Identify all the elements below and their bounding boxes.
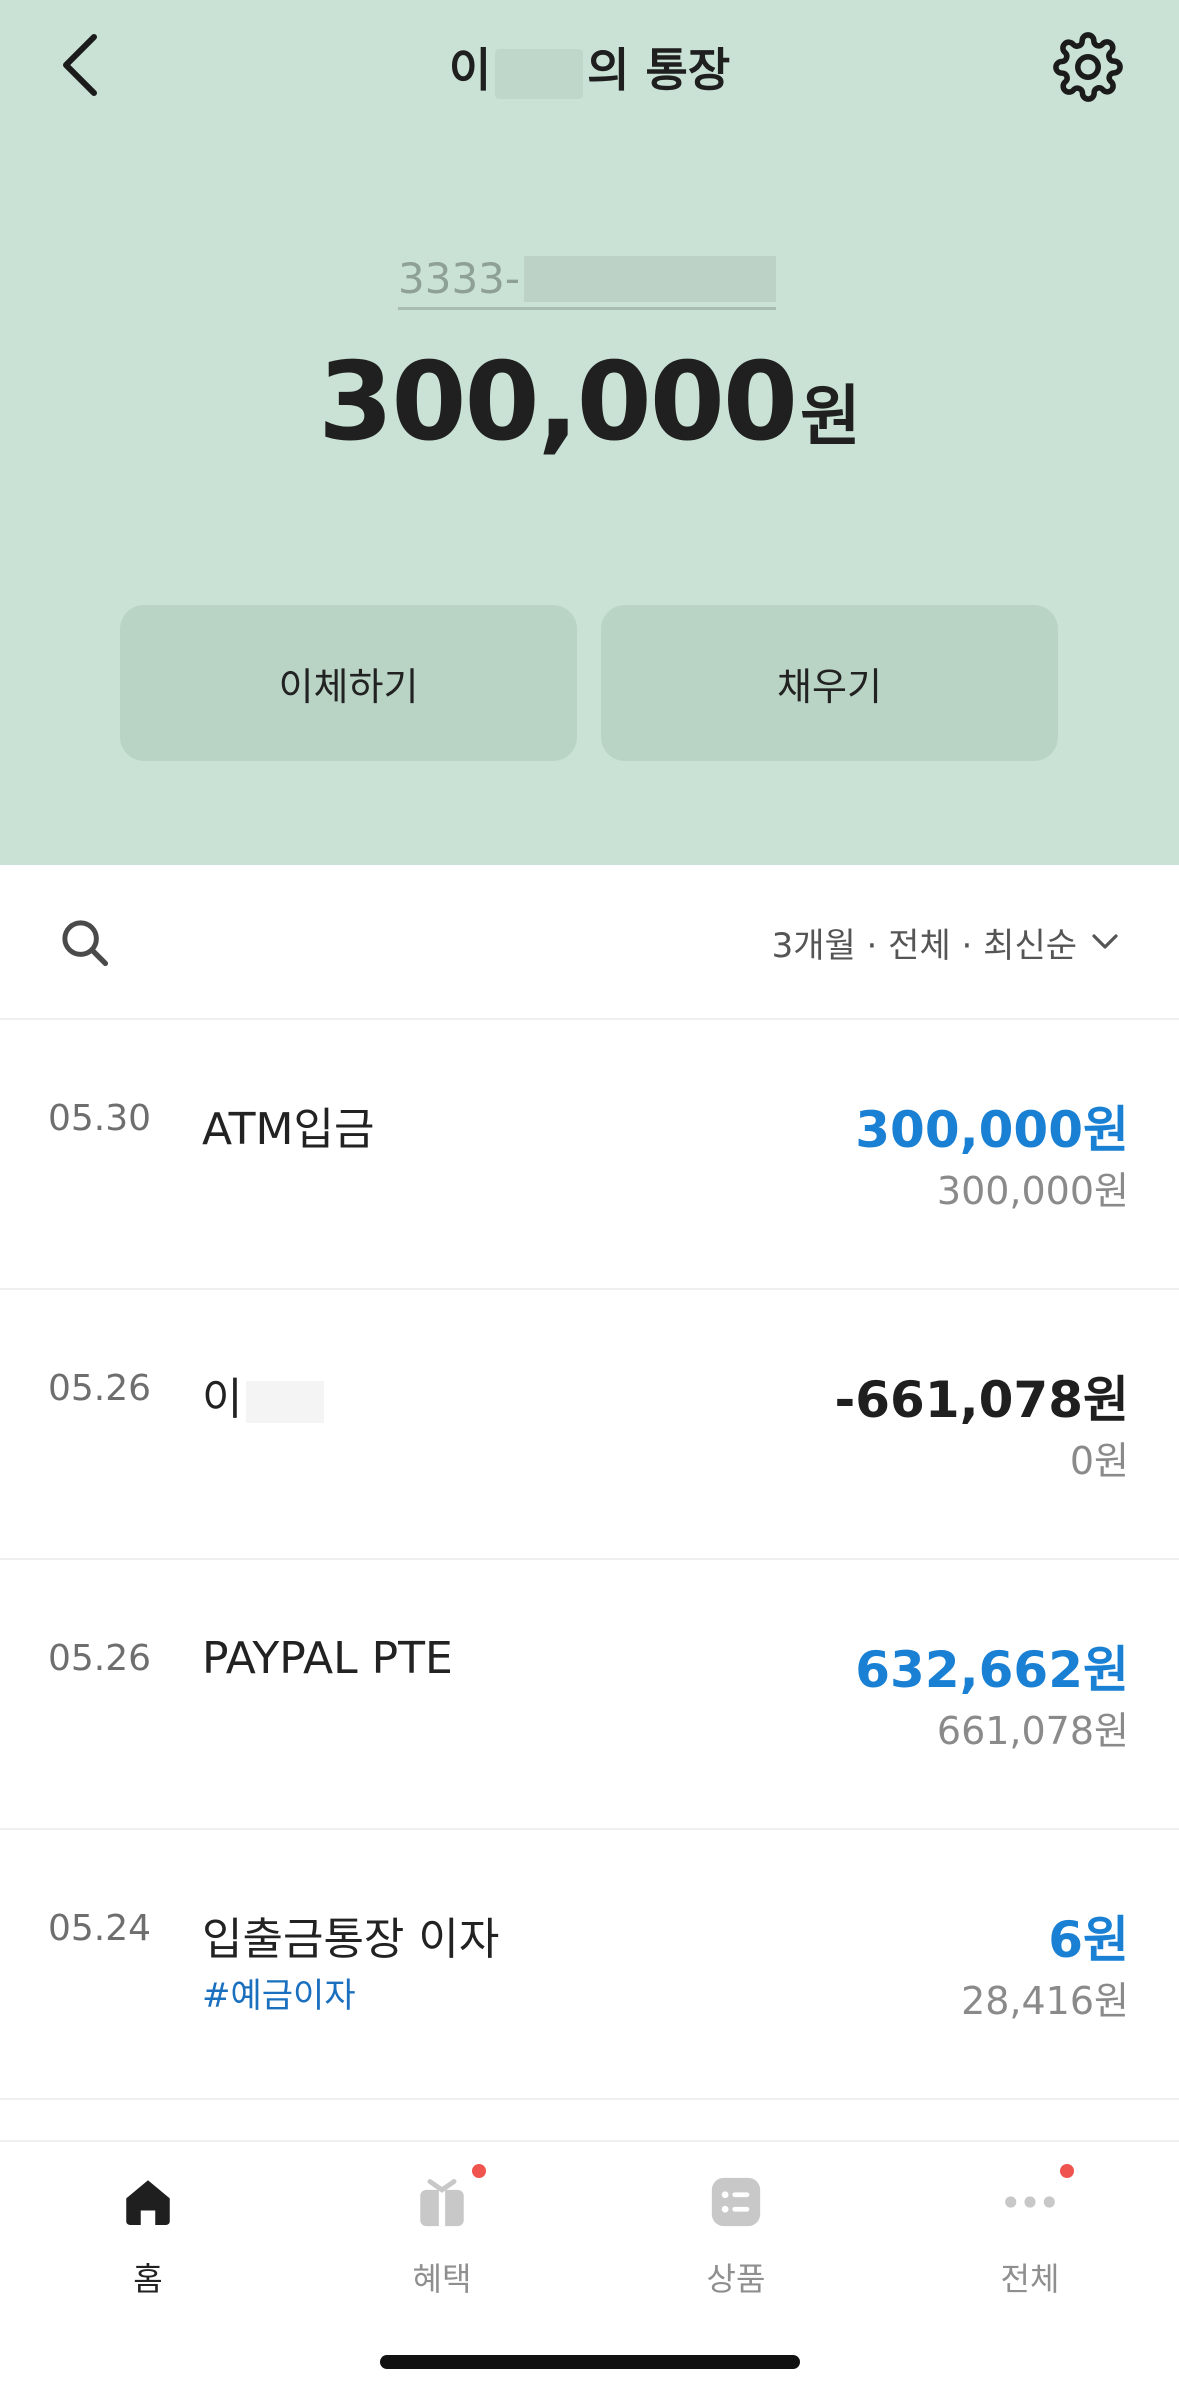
balance-unit: 원 — [800, 378, 861, 455]
search-icon — [62, 920, 109, 967]
filter-dropdown[interactable]: 3개월 · 전체 · 최신순 — [772, 917, 1119, 967]
redacted-account-number — [524, 255, 777, 302]
transaction-row[interactable]: 05.26 이 -661,078원 0원 — [0, 1290, 1179, 1560]
search-button[interactable] — [52, 910, 116, 974]
transaction-balance: 661,078원 — [936, 1709, 1129, 1753]
tab-benefits[interactable]: 혜택 — [342, 2164, 542, 2312]
filter-bar: 3개월 · 전체 · 최신순 — [0, 865, 1179, 1020]
tab-products[interactable]: 상품 — [636, 2172, 836, 2312]
transaction-amount: 6원 — [1048, 1911, 1129, 1969]
transaction-amount: 632,662원 — [855, 1641, 1129, 1699]
transaction-name: PAYPAL PTE — [202, 1633, 453, 1684]
title-prefix: 이 — [448, 43, 492, 97]
tab-label: 혜택 — [412, 2260, 472, 2298]
chevron-down-icon — [1091, 933, 1119, 951]
transaction-date: 05.26 — [48, 1368, 152, 1409]
transaction-row[interactable]: 05.26 PAYPAL PTE 632,662원 661,078원 — [0, 1560, 1179, 1830]
transaction-row[interactable]: 05.30 ATM입금 300,000원 300,000원 — [0, 1020, 1179, 1290]
settings-button[interactable] — [1048, 30, 1128, 104]
transaction-date: 05.26 — [48, 1638, 152, 1679]
page-title: 이 의 통장 — [0, 34, 1179, 100]
tab-home[interactable]: 홈 — [48, 2172, 248, 2312]
account-balance: 300,000원 — [0, 340, 1179, 465]
notification-badge — [1060, 2164, 1074, 2178]
title-suffix: 의 통장 — [587, 43, 731, 97]
fill-button-label: 채우기 — [777, 664, 882, 709]
transaction-balance: 300,000원 — [936, 1169, 1129, 1213]
home-icon — [118, 2172, 178, 2232]
transaction-row[interactable]: 05.24 입출금통장 이자 #예금이자 6원 28,416원 — [0, 1830, 1179, 2100]
transaction-name: 이 — [202, 1363, 325, 1427]
account-hero: 이 의 통장 3333- 300,000원 이체하기 채우기 — [0, 0, 1179, 865]
balance-amount: 300,000 — [318, 340, 798, 465]
transfer-button-label: 이체하기 — [278, 664, 419, 709]
redacted-name — [246, 1381, 325, 1423]
transaction-balance: 0원 — [1069, 1439, 1129, 1483]
transaction-amount: 300,000원 — [855, 1101, 1129, 1159]
transaction-balance: 28,416원 — [961, 1979, 1129, 2023]
home-indicator — [380, 2355, 800, 2369]
gear-icon — [1053, 32, 1123, 102]
redacted-name — [495, 48, 584, 99]
account-number[interactable]: 3333- — [398, 250, 777, 310]
tab-all[interactable]: 전체 — [930, 2164, 1130, 2312]
account-number-prefix: 3333- — [398, 254, 521, 303]
more-icon — [1000, 2164, 1074, 2232]
list-icon — [706, 2172, 766, 2232]
transaction-amount: -661,078원 — [834, 1371, 1130, 1429]
fill-button[interactable]: 채우기 — [601, 605, 1058, 761]
transfer-button[interactable]: 이체하기 — [120, 605, 577, 761]
transaction-name: ATM입금 — [202, 1104, 375, 1155]
notification-badge — [472, 2164, 486, 2178]
transaction-name: 입출금통장 이자 — [202, 1914, 500, 1965]
transaction-tag[interactable]: #예금이자 — [202, 1968, 356, 2017]
transaction-name-text: 이 — [202, 1374, 243, 1425]
tab-label: 홈 — [133, 2260, 163, 2298]
tab-label: 전체 — [1000, 2260, 1060, 2298]
filter-label: 3개월 · 전체 · 최신순 — [771, 925, 1077, 966]
gift-icon — [412, 2164, 486, 2232]
transaction-list: 05.30 ATM입금 300,000원 300,000원 05.26 이 -6… — [0, 1020, 1179, 2100]
transaction-date: 05.24 — [48, 1908, 152, 1949]
transaction-date: 05.30 — [48, 1098, 152, 1139]
tab-label: 상품 — [706, 2260, 766, 2298]
